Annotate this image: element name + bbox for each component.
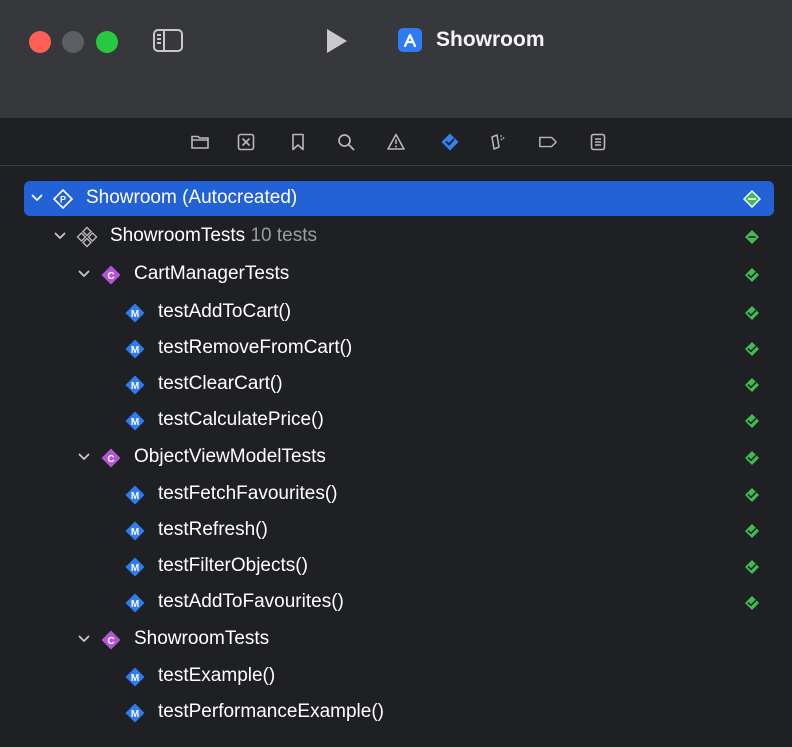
test-count: 10 tests (250, 225, 317, 246)
scheme-title[interactable]: Showroom (436, 28, 545, 52)
tree-row-method[interactable]: M testAddToFavourites() (24, 585, 774, 620)
tree-row-class[interactable]: C ObjectViewModelTests (24, 440, 774, 475)
tree-row-label: testFilterObjects() (158, 555, 308, 576)
svg-text:C: C (107, 454, 114, 465)
test-status-icon[interactable] (742, 521, 762, 541)
method-badge-icon: M (124, 302, 146, 324)
method-badge-icon: M (124, 702, 146, 724)
zoom-window-button[interactable] (96, 31, 118, 53)
method-badge-icon: M (124, 374, 146, 396)
method-badge-icon: M (124, 410, 146, 432)
chevron-down-icon[interactable] (30, 191, 44, 205)
method-badge-icon: M (124, 520, 146, 542)
method-badge-icon: M (124, 592, 146, 614)
tree-row-label: Showroom (Autocreated) (86, 187, 298, 208)
tree-row-label: testRefresh() (158, 519, 268, 540)
warning-icon[interactable] (386, 132, 406, 152)
svg-text:M: M (131, 709, 139, 720)
svg-text:M: M (131, 673, 139, 684)
breakpoint-icon[interactable] (538, 132, 558, 152)
tree-row-label: CartManagerTests (134, 263, 290, 284)
test-status-icon[interactable] (742, 411, 762, 431)
run-button-icon[interactable] (327, 29, 347, 53)
test-status-icon[interactable] (742, 448, 762, 468)
tree-row-label: ShowroomTests (134, 628, 270, 649)
svg-text:M: M (131, 381, 139, 392)
tree-row-target[interactable]: ShowroomTests 10 tests (24, 219, 774, 254)
method-badge-icon: M (124, 666, 146, 688)
tree-row-method[interactable]: M testAddToCart() (24, 295, 774, 330)
source-control-icon[interactable] (236, 132, 256, 152)
test-plan-icon: P (52, 188, 74, 210)
svg-text:P: P (60, 195, 66, 205)
tree-row-method[interactable]: M testFetchFavourites() (24, 477, 774, 512)
test-status-icon[interactable] (742, 265, 762, 285)
svg-text:M: M (131, 563, 139, 574)
folder-icon[interactable] (190, 132, 210, 152)
chevron-down-icon[interactable] (77, 267, 91, 281)
test-status-icon[interactable] (742, 485, 762, 505)
tree-row-method[interactable]: M testRefresh() (24, 513, 774, 548)
tree-row-label: testCalculatePrice() (158, 409, 324, 430)
tree-row-label: testPerformanceExample() (158, 701, 384, 722)
tree-row-label: testClearCart() (158, 373, 283, 394)
method-badge-icon: M (124, 338, 146, 360)
close-window-button[interactable] (29, 31, 51, 53)
sidebar-toggle-icon[interactable] (153, 29, 183, 52)
tree-row-class[interactable]: C CartManagerTests (24, 257, 774, 292)
test-navigator-icon[interactable] (440, 132, 460, 152)
test-status-icon[interactable] (742, 375, 762, 395)
svg-text:M: M (131, 345, 139, 356)
test-bundle-icon (76, 226, 98, 248)
svg-text:M: M (131, 527, 139, 538)
svg-text:M: M (131, 309, 139, 320)
svg-text:M: M (131, 417, 139, 428)
tree-row-method[interactable]: M testCalculatePrice() (24, 403, 774, 438)
test-status-icon[interactable] (742, 557, 762, 577)
chevron-down-icon[interactable] (53, 229, 67, 243)
search-icon[interactable] (336, 132, 356, 152)
tree-row-root[interactable]: P Showroom (Autocreated) (24, 181, 774, 216)
tree-row-method[interactable]: M testClearCart() (24, 367, 774, 402)
test-status-icon[interactable] (742, 339, 762, 359)
test-status-icon[interactable] (742, 593, 762, 613)
tree-row-method[interactable]: M testRemoveFromCart() (24, 331, 774, 366)
svg-text:M: M (131, 599, 139, 610)
class-badge-icon: C (100, 264, 122, 286)
test-status-icon[interactable] (742, 189, 762, 209)
svg-text:C: C (107, 271, 114, 282)
report-icon[interactable] (588, 132, 608, 152)
svg-text:C: C (107, 636, 114, 647)
chevron-down-icon[interactable] (77, 450, 91, 464)
class-badge-icon: C (100, 447, 122, 469)
tree-row-label: testAddToFavourites() (158, 591, 344, 612)
app-store-icon (398, 28, 422, 52)
tree-row-label: testAddToCart() (158, 301, 292, 322)
window-titlebar: Showroom (0, 0, 792, 118)
tree-row-class[interactable]: C ShowroomTests (24, 622, 774, 657)
tree-row-label: testFetchFavourites() (158, 483, 338, 504)
navigator-bar (0, 118, 792, 166)
tree-row-label: ShowroomTests 10 tests (110, 225, 317, 246)
method-badge-icon: M (124, 556, 146, 578)
bookmark-icon[interactable] (288, 132, 308, 152)
class-badge-icon: C (100, 629, 122, 651)
test-status-icon[interactable] (742, 227, 762, 247)
chevron-down-icon[interactable] (77, 632, 91, 646)
tree-row-method[interactable]: M testExample() (24, 659, 774, 694)
tree-row-label: testRemoveFromCart() (158, 337, 353, 358)
tree-row-method[interactable]: M testPerformanceExample() (24, 695, 774, 730)
tree-row-label: ObjectViewModelTests (134, 446, 326, 467)
svg-text:M: M (131, 491, 139, 502)
minimize-window-button[interactable] (62, 31, 84, 53)
tree-row-method[interactable]: M testFilterObjects() (24, 549, 774, 584)
method-badge-icon: M (124, 484, 146, 506)
tree-row-label: testExample() (158, 665, 276, 686)
debug-icon[interactable] (486, 132, 506, 152)
test-status-icon[interactable] (742, 303, 762, 323)
